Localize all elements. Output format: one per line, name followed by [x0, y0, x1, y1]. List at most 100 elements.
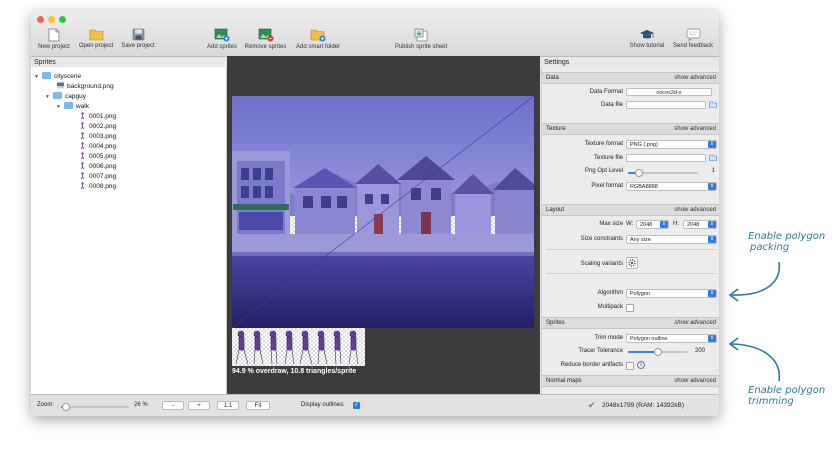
zoom-actual-size-button[interactable]: 1:1 — [217, 401, 239, 410]
tree-file-0008[interactable]: 0008.png — [79, 182, 116, 192]
annotation-line: packing — [750, 242, 790, 253]
zoom-value: 26 % — [134, 402, 148, 408]
tracer-tolerance-slider[interactable] — [628, 348, 688, 356]
add-smart-folder-button[interactable]: Add smart folder — [293, 28, 343, 50]
tree-item-label: background.png — [67, 83, 114, 90]
show-advanced-link[interactable]: show advanced — [674, 205, 716, 215]
display-outlines-checkbox[interactable]: ✓ — [353, 402, 360, 409]
tree-file-0005[interactable]: 0005.png — [79, 152, 116, 162]
preview-canvas[interactable]: 94.9 % overdraw, 10.8 triangles/sprite — [227, 56, 540, 394]
tree-item-label: 0005.png — [89, 153, 117, 160]
show-advanced-link[interactable]: show advanced — [674, 376, 716, 386]
algorithm-select[interactable]: Polygon ⇕ — [626, 289, 717, 298]
annotation-line: trimming — [748, 396, 794, 407]
gear-icon — [628, 259, 636, 267]
remove-sprites-button[interactable]: Remove sprites — [243, 28, 288, 50]
tree-item-label: 0006.png — [89, 163, 117, 170]
reduce-border-checkbox[interactable] — [626, 362, 634, 370]
data-format-field[interactable]: cocos2d-x — [626, 88, 712, 96]
reduce-border-label: Reduce border artifacts — [560, 362, 623, 368]
speech-bubble-icon — [686, 28, 700, 41]
new-document-icon — [48, 28, 60, 42]
zoom-in-button[interactable]: + — [188, 401, 210, 410]
show-advanced-link[interactable]: show advanced — [674, 124, 716, 134]
dropdown-arrow-icon: ⇕ — [708, 236, 716, 243]
tree-folder-cityscene[interactable]: ▼ cityscene — [34, 72, 81, 82]
tree-file-0001[interactable]: 0001.png — [79, 112, 116, 122]
settings-panel: Data show advanced Data Format cocos2d-x… — [541, 67, 719, 394]
overdraw-info: 94.9 % overdraw, 10.8 triangles/sprite — [232, 368, 357, 375]
size-constraints-select[interactable]: Any size ⇕ — [626, 235, 717, 244]
tree-item-label: capguy — [65, 93, 86, 100]
multipack-checkbox[interactable] — [626, 304, 634, 312]
close-window-button[interactable] — [37, 16, 44, 23]
zoom-window-button[interactable] — [59, 16, 66, 23]
tree-item-label: 0003.png — [89, 133, 117, 140]
section-normal-maps: Normal maps show advanced — [542, 375, 719, 387]
texture-format-select[interactable]: PNG (.png) ⇕ — [626, 140, 717, 149]
folder-browse-icon[interactable] — [709, 154, 717, 161]
zoom-out-button[interactable]: - — [162, 401, 184, 410]
section-data: Data show advanced — [542, 72, 719, 84]
tree-item-label: 0001.png — [89, 113, 117, 120]
sprites-tree[interactable]: ▼ cityscene background.png ▼ capguy ▼ walk … — [31, 67, 227, 394]
max-width-select[interactable]: 2048 ⇕ — [636, 220, 669, 229]
tree-file-0003[interactable]: 0003.png — [79, 132, 116, 142]
tree-item-label: cityscene — [54, 73, 82, 80]
tree-folder-capguy[interactable]: ▼ capguy — [45, 92, 86, 102]
width-label: W: — [626, 221, 634, 227]
show-tutorial-button[interactable]: Show tutorial — [626, 28, 668, 49]
display-outlines-label: Display outlines: — [301, 402, 345, 408]
png-opt-level-slider[interactable] — [628, 169, 698, 177]
dropdown-arrow-icon: ⇕ — [708, 290, 716, 297]
open-project-label: Open project — [78, 43, 114, 49]
show-tutorial-label: Show tutorial — [629, 43, 665, 49]
publish-sprite-sheet-button[interactable]: Publish sprite sheet — [389, 28, 453, 50]
max-height-select[interactable]: 2048 ⇕ — [683, 220, 717, 229]
publish-icon — [414, 28, 428, 42]
tree-file-0004[interactable]: 0004.png — [79, 142, 116, 152]
show-advanced-link[interactable]: show advanced — [674, 318, 716, 328]
add-sprites-label: Add sprites — [206, 44, 237, 50]
tree-file-0007[interactable]: 0007.png — [79, 172, 116, 182]
tree-folder-walk[interactable]: ▼ walk — [56, 102, 89, 112]
texture-file-input[interactable] — [626, 154, 706, 162]
sprite-file-icon — [80, 132, 85, 139]
disclosure-triangle-icon[interactable]: ▼ — [34, 72, 42, 82]
zoom-slider[interactable] — [61, 403, 129, 411]
folder-browse-icon[interactable] — [709, 101, 717, 108]
folder-icon — [53, 92, 62, 99]
minimize-window-button[interactable] — [48, 16, 55, 23]
send-feedback-label: Send feedback — [672, 43, 714, 49]
data-file-input[interactable] — [626, 101, 706, 109]
new-project-button[interactable]: New project — [36, 28, 72, 50]
trim-mode-select[interactable]: Polygon outline ⇕ — [626, 334, 717, 343]
pixel-format-select[interactable]: RGBA8888 ⇕ — [626, 182, 717, 191]
info-icon[interactable]: i — [637, 361, 645, 369]
dropdown-arrow-icon: ⇕ — [660, 221, 668, 228]
data-file-label: Data file — [600, 102, 623, 108]
zoom-fit-button[interactable]: Fit — [246, 401, 270, 410]
show-advanced-link[interactable]: show advanced — [674, 73, 716, 83]
disclosure-triangle-icon[interactable]: ▼ — [45, 92, 53, 102]
tree-file-background[interactable]: background.png — [57, 82, 114, 92]
sprite-file-icon — [80, 182, 85, 189]
png-opt-level-label: Png Opt Level — [584, 168, 623, 174]
open-project-button[interactable]: Open project — [76, 28, 116, 49]
tree-item-label: 0007.png — [89, 173, 117, 180]
tree-file-0002[interactable]: 0002.png — [79, 122, 116, 132]
new-project-label: New project — [38, 44, 70, 50]
tree-file-0006[interactable]: 0006.png — [79, 162, 116, 172]
annotation-arrow-trimming — [728, 337, 781, 382]
add-sprites-button[interactable]: Add sprites — [204, 28, 240, 50]
scaling-variants-button[interactable] — [626, 257, 638, 269]
dropdown-arrow-icon: ⇕ — [708, 335, 716, 342]
annotation-polygon-packing: Enable polygon packing — [748, 231, 825, 253]
send-feedback-button[interactable]: Send feedback — [670, 28, 716, 49]
disclosure-triangle-icon[interactable]: ▼ — [56, 102, 64, 112]
tracer-tolerance-label: Tracer Tolerance — [578, 348, 623, 354]
remove-image-icon — [258, 28, 273, 42]
tree-item-label: 0002.png — [89, 123, 117, 130]
trim-mode-label: Trim mode — [594, 335, 623, 341]
save-project-button[interactable]: Save project — [119, 28, 157, 49]
